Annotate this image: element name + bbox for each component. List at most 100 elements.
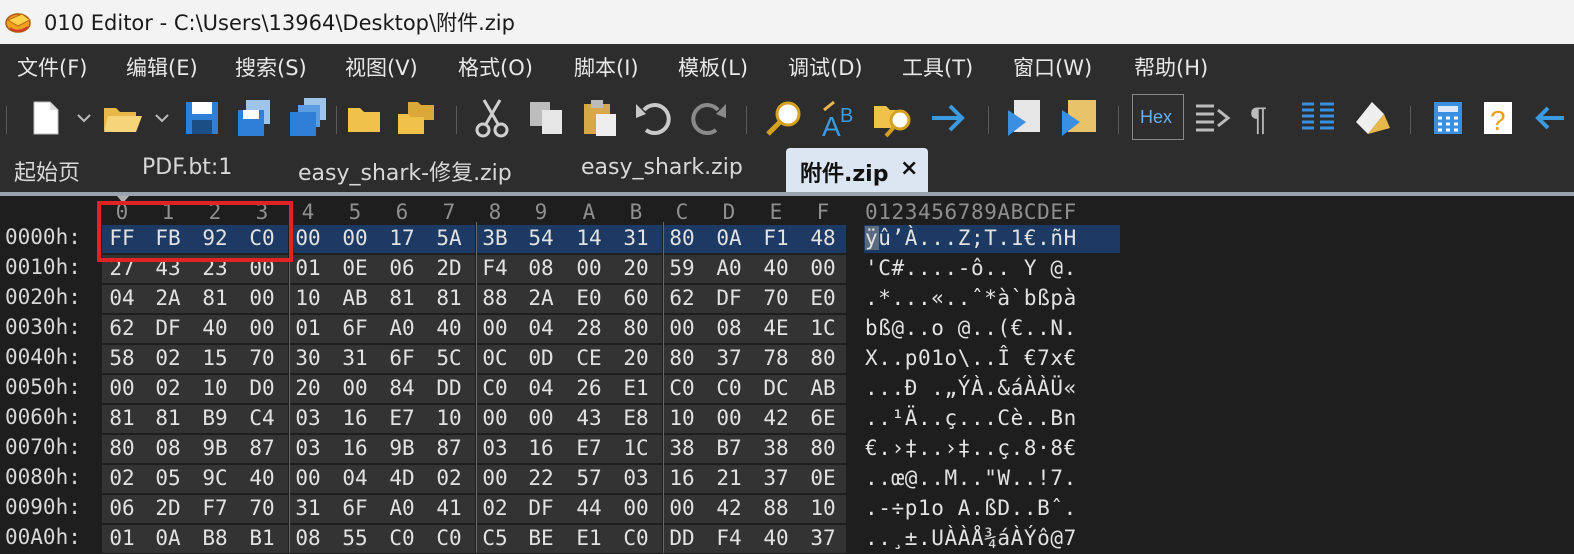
find-in-files-icon[interactable] [872, 96, 916, 140]
save-icon[interactable] [180, 96, 224, 140]
hex-byte[interactable]: F4 [478, 256, 512, 280]
hex-byte[interactable]: 20 [619, 346, 653, 370]
dropdown-icon[interactable] [150, 96, 174, 140]
hex-byte[interactable]: 58 [105, 346, 139, 370]
open-folder-icon[interactable] [100, 96, 144, 140]
replace-icon[interactable]: AB [818, 96, 862, 140]
hex-byte[interactable]: 30 [291, 346, 325, 370]
paste-icon[interactable] [578, 96, 622, 140]
run-script-icon[interactable] [1004, 96, 1048, 140]
hex-byte[interactable]: 5C [432, 346, 466, 370]
hex-byte[interactable]: C5 [478, 526, 512, 550]
hex-byte[interactable]: 14 [572, 226, 606, 250]
hex-byte[interactable]: 2A [524, 286, 558, 310]
hex-byte[interactable]: 87 [432, 436, 466, 460]
hex-byte[interactable]: 40 [759, 526, 793, 550]
hex-byte[interactable]: 02 [478, 496, 512, 520]
hex-byte[interactable]: 00 [291, 466, 325, 490]
hex-byte[interactable]: 00 [806, 256, 840, 280]
hex-row[interactable]: 0070h: 80 08 9B 87 03 16 9B 87 03 16 E7 1C 38 B7 38 80 €.… [0, 434, 1574, 464]
ascii-text[interactable]: X..p01o\..Î €7x€ [865, 346, 1077, 370]
hex-byte[interactable]: B1 [245, 526, 279, 550]
hex-byte[interactable]: 03 [478, 436, 512, 460]
hex-row[interactable]: 0090h: 06 2D F7 70 31 6F A0 41 02 DF 44 00 00 42 88 10 .-… [0, 494, 1574, 524]
hex-byte[interactable]: A0 [385, 316, 419, 340]
hex-byte[interactable]: E0 [572, 286, 606, 310]
hex-byte[interactable]: 40 [432, 316, 466, 340]
hex-row[interactable]: 0040h: 58 02 15 70 30 31 6F 5C 0C 0D CE 20 80 37 78 80 X.… [0, 344, 1574, 374]
hex-byte[interactable]: 9B [198, 436, 232, 460]
ascii-text[interactable]: ÿû’À...Z;T.1€.ñH [865, 226, 1077, 250]
hex-byte[interactable]: F4 [712, 526, 746, 550]
hex-byte[interactable]: 22 [524, 466, 558, 490]
hex-byte[interactable]: C0 [619, 526, 653, 550]
cut-icon[interactable] [470, 96, 514, 140]
hex-byte[interactable]: 62 [105, 316, 139, 340]
hex-byte[interactable]: E7 [572, 436, 606, 460]
close-icon[interactable]: × [900, 156, 918, 181]
ascii-text[interactable]: ..¹Ä..ç...Cè..Bn [865, 406, 1077, 430]
hex-row[interactable]: 0020h: 04 2A 81 00 10 AB 81 81 88 2A E0 60 62 DF 70 E0 .*… [0, 284, 1574, 314]
hex-byte[interactable]: 15 [198, 346, 232, 370]
hex-row[interactable]: 0050h: 00 02 10 D0 20 00 84 DD C0 04 26 E1 C0 C0 DC AB..… [0, 374, 1574, 404]
hex-byte[interactable]: E1 [572, 526, 606, 550]
hex-byte[interactable]: 6F [338, 316, 372, 340]
hex-byte[interactable]: B7 [712, 436, 746, 460]
open-workspace-icon[interactable] [394, 96, 438, 140]
hex-byte[interactable]: 80 [806, 436, 840, 460]
menu-view[interactable]: 视图(V) [345, 52, 418, 82]
ascii-text[interactable]: ...Ð .„ÝÀ.&áÀÀÜ« [865, 376, 1077, 400]
hex-mode-button[interactable]: Hex [1132, 94, 1184, 140]
hex-row[interactable]: 0080h: 02 05 9C 40 00 04 4D 02 00 22 57 03 16 21 37 0E..… [0, 464, 1574, 494]
ascii-text[interactable]: ..œ@..M.."W..!7. [865, 466, 1077, 490]
hex-byte[interactable]: DC [759, 376, 793, 400]
hex-byte[interactable]: 38 [759, 436, 793, 460]
hex-byte[interactable]: 01 [291, 316, 325, 340]
hex-byte[interactable]: 0A [712, 226, 746, 250]
hex-byte[interactable]: 06 [105, 496, 139, 520]
hex-byte[interactable]: 81 [105, 406, 139, 430]
hex-byte[interactable]: 00 [572, 256, 606, 280]
hex-byte[interactable]: 59 [665, 256, 699, 280]
hex-row[interactable]: 0060h: 81 81 B9 C4 03 16 E7 10 00 00 43 E8 10 00 42 6E..… [0, 404, 1574, 434]
undo-icon[interactable] [632, 96, 676, 140]
hex-byte[interactable]: 80 [105, 436, 139, 460]
hex-byte[interactable]: 00 [524, 406, 558, 430]
menu-file[interactable]: 文件(F) [17, 52, 87, 82]
hex-byte[interactable]: 21 [712, 466, 746, 490]
hex-byte[interactable]: 08 [291, 526, 325, 550]
menu-templates[interactable]: 模板(L) [678, 52, 748, 82]
tab-pdf-template[interactable]: PDF.bt:1 [142, 155, 232, 180]
hex-byte[interactable]: 3B [478, 226, 512, 250]
hex-byte[interactable]: 00 [338, 226, 372, 250]
save-as-icon[interactable] [232, 96, 276, 140]
goto-icon[interactable] [926, 96, 970, 140]
hex-byte[interactable]: 62 [665, 286, 699, 310]
hex-byte[interactable]: 1C [619, 436, 653, 460]
hex-byte[interactable]: E8 [619, 406, 653, 430]
hex-byte[interactable]: 08 [151, 436, 185, 460]
tab-easy-shark-fixed[interactable]: easy_shark-修复.zip [298, 155, 512, 187]
tab-easy-shark[interactable]: easy_shark.zip [581, 155, 743, 180]
hex-byte[interactable]: B9 [198, 406, 232, 430]
hex-byte[interactable]: C0 [385, 526, 419, 550]
hex-byte[interactable]: E1 [619, 376, 653, 400]
hex-byte[interactable]: 02 [105, 466, 139, 490]
hex-byte[interactable]: 6F [338, 496, 372, 520]
hex-byte[interactable]: 80 [619, 316, 653, 340]
hex-byte[interactable]: 08 [712, 316, 746, 340]
hex-byte[interactable]: 00 [712, 406, 746, 430]
hex-byte[interactable]: 2D [151, 496, 185, 520]
hex-byte[interactable]: 00 [338, 376, 372, 400]
tab-attachment-zip[interactable]: 附件.zip × [786, 148, 928, 194]
hex-byte[interactable]: 37 [759, 466, 793, 490]
hex-byte[interactable]: 31 [291, 496, 325, 520]
hex-byte[interactable]: 08 [524, 256, 558, 280]
hex-byte[interactable]: 4D [385, 466, 419, 490]
hex-byte[interactable]: 42 [712, 496, 746, 520]
hex-byte[interactable]: 17 [385, 226, 419, 250]
ascii-text[interactable]: bß@..o @..(€..N. [865, 316, 1077, 340]
find-icon[interactable] [764, 96, 808, 140]
hex-byte[interactable]: DF [712, 286, 746, 310]
hex-byte[interactable]: 00 [245, 316, 279, 340]
